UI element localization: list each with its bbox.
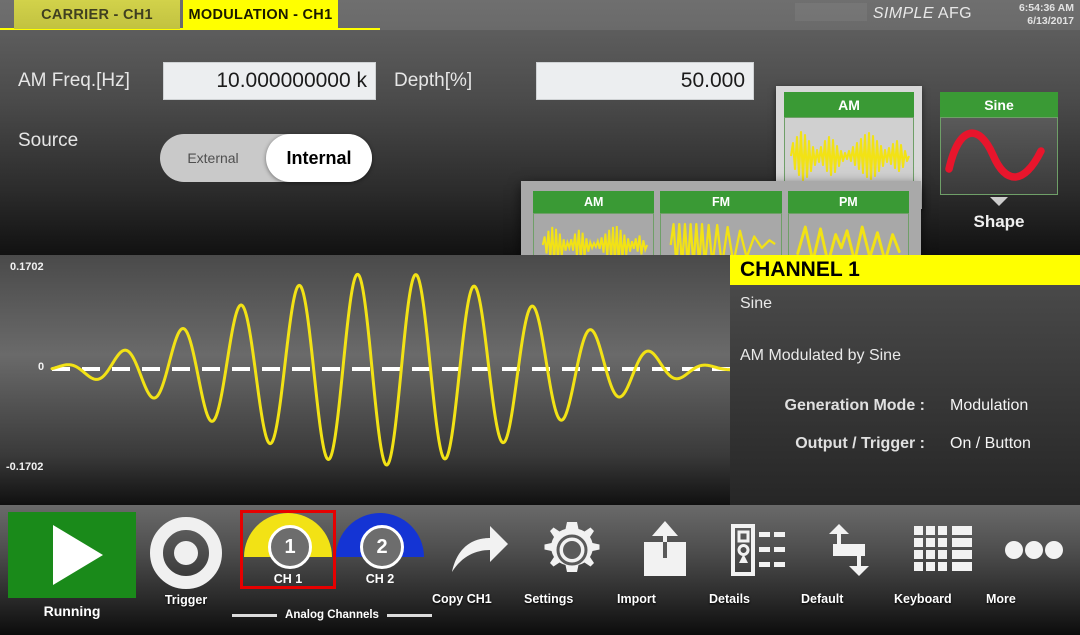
shape-type-button[interactable]: Sine (940, 92, 1058, 195)
run-status-label: Running (43, 603, 101, 619)
dropdown-fm-label: FM (660, 191, 782, 213)
channel-2-number: 2 (360, 525, 404, 569)
tab-carrier-ch1[interactable]: CARRIER - CH1 (14, 0, 180, 29)
output-trigger-value: On / Button (950, 435, 1031, 452)
tab-carrier-label: CARRIER - CH1 (41, 6, 153, 23)
channel-waveform-name: Sine (740, 295, 773, 312)
ellipsis-svg (1005, 541, 1063, 559)
channel-2-button[interactable]: 2 CH 2 (335, 513, 425, 586)
clock-time: 6:54:36 AM (1018, 2, 1074, 14)
gear-svg (544, 522, 600, 572)
channel-2-arc: 2 (336, 513, 424, 569)
depth-value: 50.000 (680, 69, 745, 92)
channel-2-label: CH 2 (365, 572, 395, 586)
afg-application-window: CARRIER - CH1 MODULATION - CH1 SIMPLE AF… (0, 0, 1080, 635)
shape-caption: Shape (973, 212, 1025, 231)
brand-afg: AFG (933, 5, 972, 22)
channel-info-title: CHANNEL 1 (730, 255, 1080, 285)
import-button[interactable]: Import (617, 512, 713, 606)
clock-date: 6/13/2017 (1027, 14, 1074, 27)
gear-icon (524, 512, 620, 588)
import-label: Import (617, 592, 656, 606)
modulation-type-button[interactable]: AM (784, 92, 914, 195)
analog-channels-group-label: Analog Channels (232, 609, 432, 621)
trigger-button[interactable]: Trigger (150, 517, 222, 607)
source-toggle[interactable]: External Internal (160, 134, 372, 182)
ellipsis-icon (986, 512, 1080, 588)
channel-1-arc: 1 (244, 513, 332, 569)
import-svg (644, 521, 686, 576)
dropdown-pm-label: PM (787, 191, 909, 213)
loop-arrows-svg (829, 524, 869, 576)
channel-1-label: CH 1 (273, 572, 303, 586)
analog-rule-left (232, 613, 278, 617)
details-label: Details (709, 592, 750, 606)
generation-mode-value: Modulation (950, 397, 1029, 414)
clock: 6:54:36 AM 6/13/2017 (1019, 2, 1074, 27)
sine-waveform-icon (940, 117, 1058, 195)
analog-channels-text: Analog Channels (285, 609, 379, 621)
top-tab-bar: CARRIER - CH1 MODULATION - CH1 SIMPLE AF… (0, 0, 1080, 32)
trigger-label: Trigger (164, 593, 208, 607)
settings-button[interactable]: Settings (524, 512, 620, 606)
settings-label: Settings (524, 592, 574, 606)
output-trigger-row: Output / Trigger : On / Button (740, 435, 1070, 453)
shape-tile-label: Sine (940, 92, 1058, 117)
generation-mode-row: Generation Mode : Modulation (740, 397, 1070, 415)
trigger-icon-core (174, 541, 198, 565)
details-list-icon (709, 512, 805, 588)
am-freq-value: 10.000000000 k (216, 69, 367, 92)
more-button[interactable]: More (986, 512, 1080, 606)
import-box-arrow-icon (617, 512, 713, 588)
keyboard-button[interactable]: Keyboard (894, 512, 990, 606)
copy-ch1-label: Copy CH1 (432, 592, 492, 606)
am-freq-label: AM Freq.[Hz] (18, 70, 130, 91)
depth-label: Depth[%] (394, 70, 473, 91)
tab-placeholder (795, 3, 867, 21)
run-stop-button[interactable] (8, 512, 136, 598)
copy-ch1-button[interactable]: Copy CH1 (432, 512, 528, 606)
details-button[interactable]: Details (709, 512, 805, 606)
tab-modulation-ch1[interactable]: MODULATION - CH1 (183, 0, 338, 29)
more-label: More (986, 592, 1016, 606)
source-label: Source (18, 130, 79, 151)
app-brand: SIMPLE AFG (873, 5, 972, 23)
source-option-internal[interactable]: Internal (266, 134, 372, 182)
trigger-icon (150, 517, 222, 589)
brand-simple: SIMPLE (872, 5, 934, 22)
play-icon (53, 525, 103, 585)
curved-arrow-icon (432, 512, 528, 588)
default-button[interactable]: Default (801, 512, 897, 606)
default-label: Default (801, 592, 844, 606)
keyboard-label: Keyboard (894, 592, 952, 606)
modulation-tile-label: AM (784, 92, 914, 117)
dropdown-am-label: AM (533, 191, 655, 213)
keyboard-grid-icon (894, 512, 990, 588)
details-svg (731, 524, 785, 576)
depth-input[interactable]: 50.000 (536, 62, 754, 100)
output-trigger-key: Output / Trigger : (795, 435, 925, 452)
tab-modulation-label: MODULATION - CH1 (188, 6, 333, 23)
source-option-external[interactable]: External (160, 134, 266, 182)
shape-caret-down-icon[interactable] (990, 197, 1008, 206)
analog-rule-right (386, 613, 432, 617)
channel-modulation-desc: AM Modulated by Sine (740, 347, 901, 364)
channel-info-panel: CHANNEL 1 Sine AM Modulated by Sine Gene… (730, 255, 1080, 505)
channel-1-number: 1 (268, 525, 312, 569)
am-freq-input[interactable]: 10.000000000 k (163, 62, 376, 100)
generation-mode-key: Generation Mode : (784, 397, 925, 414)
curved-arrow-svg (452, 526, 508, 572)
loop-arrows-icon (801, 512, 897, 588)
keyboard-svg (914, 526, 972, 571)
sine-waveform-svg (945, 129, 1045, 181)
channel-1-button[interactable]: 1 CH 1 (240, 510, 336, 589)
